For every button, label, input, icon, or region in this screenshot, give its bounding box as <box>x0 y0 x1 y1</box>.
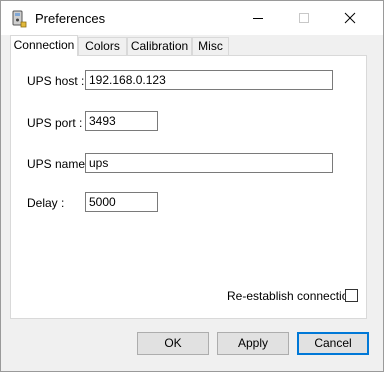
maximize-button[interactable] <box>281 1 327 35</box>
maximize-icon <box>299 13 309 23</box>
apply-button[interactable]: Apply <box>217 332 289 355</box>
ups-name-input[interactable] <box>85 153 333 173</box>
preferences-window: Preferences Connection Colors Calibratio… <box>0 0 384 372</box>
ok-button[interactable]: OK <box>137 332 209 355</box>
reconnect-label: Re-establish connection <box>227 289 356 303</box>
ups-name-label: UPS name : <box>27 157 92 171</box>
ups-app-icon <box>10 10 28 28</box>
ups-port-label: UPS port : <box>27 116 83 130</box>
reconnect-checkbox[interactable] <box>345 289 358 302</box>
minimize-icon <box>253 18 263 19</box>
cancel-button[interactable]: Cancel <box>297 332 369 355</box>
minimize-button[interactable] <box>235 1 281 35</box>
tab-misc[interactable]: Misc <box>192 37 229 55</box>
ups-host-label: UPS host : <box>27 74 85 88</box>
close-icon <box>344 12 356 24</box>
ups-port-input[interactable] <box>85 111 158 131</box>
delay-input[interactable] <box>85 192 158 212</box>
connection-panel: UPS host : UPS port : UPS name : Delay :… <box>10 55 367 319</box>
delay-label: Delay : <box>27 196 65 210</box>
title-bar[interactable]: Preferences <box>1 1 383 35</box>
tab-calibration[interactable]: Calibration <box>127 37 192 55</box>
close-button[interactable] <box>327 1 373 35</box>
tab-colors[interactable]: Colors <box>78 37 127 55</box>
ups-host-input[interactable] <box>85 70 333 90</box>
tab-connection[interactable]: Connection <box>10 35 78 56</box>
window-title: Preferences <box>35 11 106 26</box>
